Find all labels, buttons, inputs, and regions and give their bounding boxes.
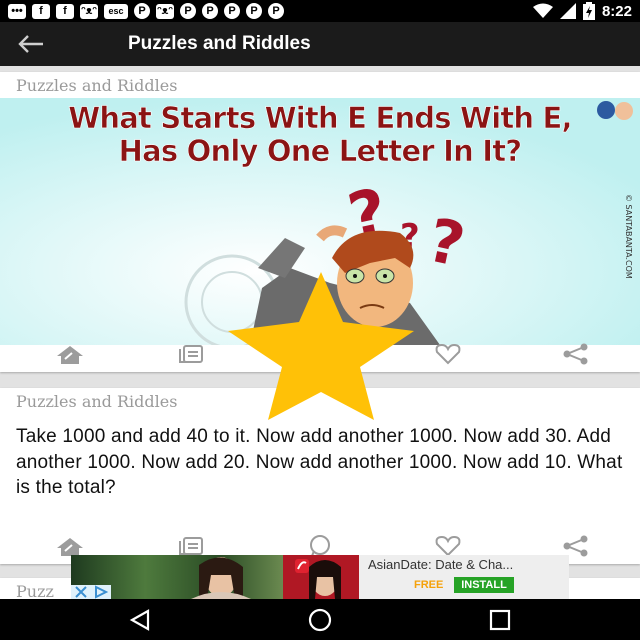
cat-icon: ᵔᴥᵔ	[156, 3, 174, 19]
pinterest-icon: P	[202, 3, 218, 19]
share-home-icon	[57, 346, 83, 364]
install-button[interactable]: INSTALL	[454, 577, 514, 593]
facebook-icon: f	[32, 3, 50, 19]
app-bar: Puzzles and Riddles	[0, 22, 640, 66]
ad-choices[interactable]	[71, 585, 111, 599]
pinterest-icon: P	[246, 3, 262, 19]
back-button[interactable]	[18, 30, 58, 58]
status-right: 8:22	[532, 2, 632, 20]
share-home-button[interactable]	[50, 340, 90, 368]
home-circle-icon	[308, 608, 332, 632]
share-button[interactable]	[556, 340, 596, 368]
image-headline-2: Has Only One Letter In It?	[119, 134, 522, 168]
close-icon	[75, 586, 87, 598]
nav-back-button[interactable]	[120, 604, 160, 636]
pinterest-icon: P	[180, 3, 196, 19]
page-title: Puzzles and Riddles	[128, 33, 311, 54]
navigation-bar	[0, 599, 640, 640]
card-header: Puzzles and Riddles	[16, 76, 178, 95]
favorite-button[interactable]	[428, 340, 468, 368]
star-overlay	[228, 272, 414, 420]
esc-icon: esc	[104, 3, 128, 19]
nav-home-button[interactable]	[300, 604, 340, 636]
share-home-icon	[57, 538, 83, 556]
heart-icon	[435, 343, 461, 365]
clock: 8:22	[601, 2, 632, 20]
signal-icon	[559, 3, 576, 19]
facebook-icon: f	[56, 3, 74, 19]
ad-title: AsianDate: Date & Cha...	[368, 557, 514, 572]
ad-app-logo	[283, 555, 359, 599]
share-icon	[563, 535, 588, 557]
status-bar: ••• f f ᵔᴥᵔ esc P ᵔᴥᵔ P P P P P 8:22	[0, 0, 640, 22]
notification-icons: ••• f f ᵔᴥᵔ esc P ᵔᴥᵔ P P P P P	[8, 3, 284, 19]
pinterest-icon: P	[268, 3, 284, 19]
copy-icon	[179, 345, 203, 363]
back-triangle-icon	[129, 609, 150, 631]
star-icon	[228, 272, 414, 420]
battery-icon	[582, 2, 595, 20]
adchoices-icon	[95, 585, 109, 599]
image-headline-1: What Starts With E Ends With E,	[68, 101, 572, 135]
recents-square-icon	[489, 609, 511, 631]
nav-recents-button[interactable]	[480, 604, 520, 636]
copy-button[interactable]	[172, 340, 212, 368]
wifi-icon	[532, 3, 553, 18]
message-icon: •••	[8, 3, 26, 19]
pinterest-icon: P	[134, 3, 150, 19]
card-header: Puzzles and Riddles	[16, 392, 178, 411]
arrow-left-icon	[18, 35, 43, 53]
cat-icon: ᵔᴥᵔ	[80, 3, 98, 19]
ad-banner[interactable]: AsianDate: Date & Cha... FREE INSTALL	[71, 555, 569, 599]
copy-icon	[179, 537, 203, 555]
pinterest-icon: P	[224, 3, 240, 19]
riddle-text: Take 1000 and add 40 to it. Now add anot…	[16, 426, 623, 498]
heart-icon	[435, 535, 461, 557]
ad-price: FREE	[414, 579, 444, 591]
image-watermark: © SANTABANTA.COM	[624, 194, 633, 279]
share-icon	[563, 343, 588, 365]
